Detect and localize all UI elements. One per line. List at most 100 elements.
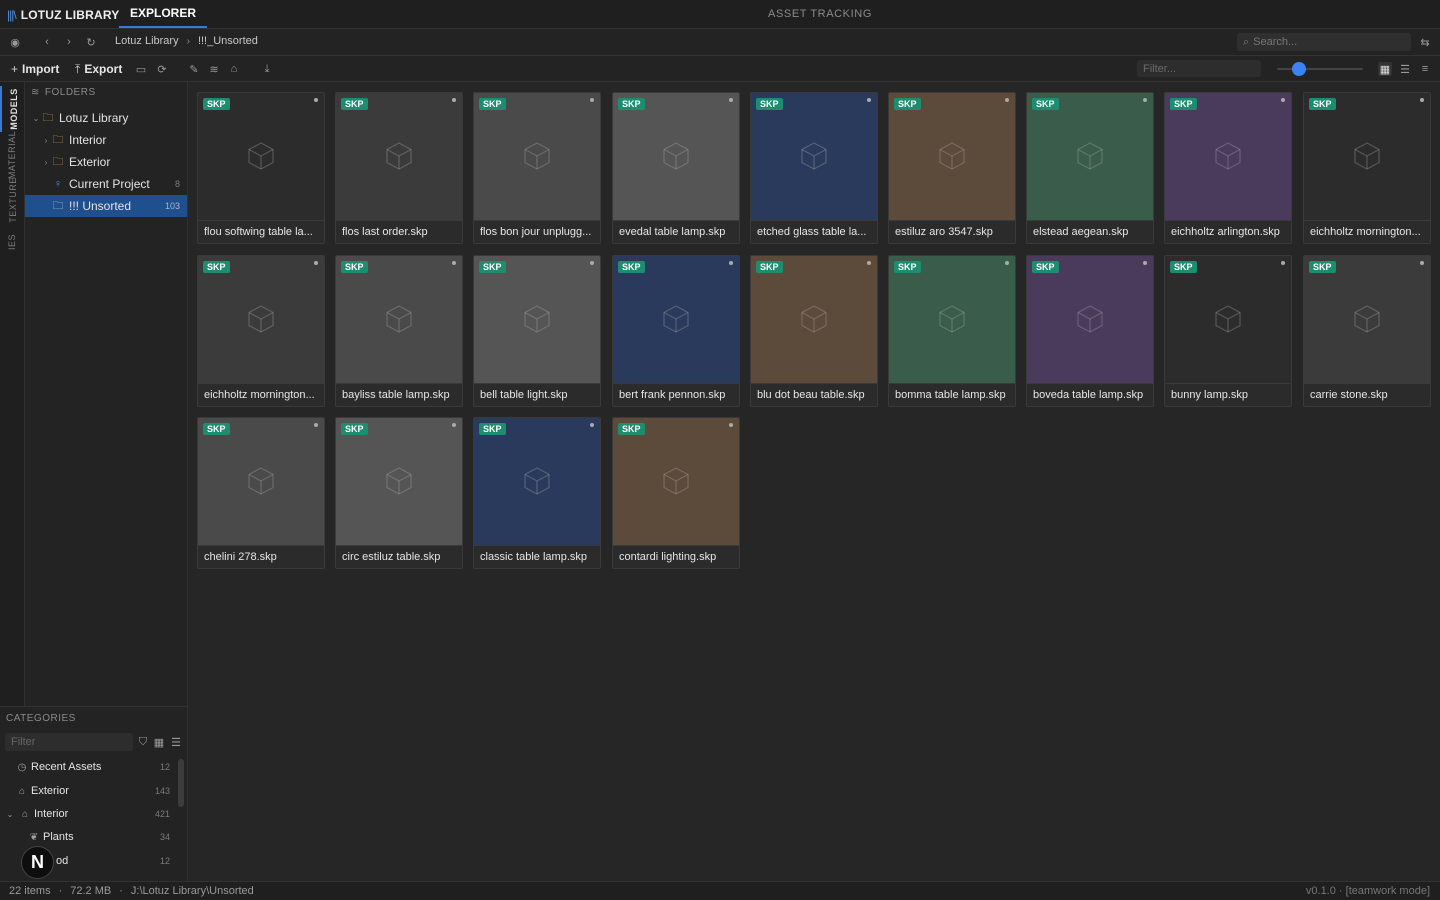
back-arrow-icon[interactable]: ‹ [40,35,54,49]
asset-thumbnail[interactable]: SKP [889,256,1015,383]
asset-thumbnail[interactable]: SKP [336,418,462,545]
chevron-right-icon[interactable]: › [41,158,51,167]
asset-card[interactable]: SKP flou softwing table la... [197,92,325,244]
category-exterior[interactable]: ⌂ Exterior 143 [0,780,178,802]
asset-thumbnail[interactable]: SKP [198,256,324,383]
tab-explorer[interactable]: EXPLORER [119,0,207,28]
asset-thumbnail[interactable]: SKP [474,418,600,545]
tree-item-lotuz-library[interactable]: ⌄ 🗀 Lotuz Library [25,107,187,129]
asset-thumbnail[interactable]: SKP [1027,256,1153,383]
asset-thumbnail[interactable]: SKP [613,93,739,220]
top-bar: |||\ LOTUZ LIBRARY EXPLORER ASSET TRACKI… [0,0,1440,29]
asset-card[interactable]: SKP etched glass table la... [750,92,878,244]
asset-card[interactable]: SKP bert frank pennon.skp [612,255,740,407]
asset-card[interactable]: SKP eichholtz mornington... [1303,92,1431,244]
asset-thumbnail[interactable]: SKP [336,93,462,220]
breadcrumb-item-root[interactable]: Lotuz Library [115,35,179,47]
funnel-icon[interactable]: ⛉ [136,735,150,749]
asset-card[interactable]: SKP bayliss table lamp.skp [335,255,463,407]
folders-panel: ≋ FOLDERS ⌄ 🗀 Lotuz Library › 🗀 Interior… [25,82,188,706]
list-view-icon[interactable]: ☰ [1398,62,1412,76]
asset-card[interactable]: SKP contardi lighting.skp [612,417,740,569]
asset-card[interactable]: SKP bunny lamp.skp [1164,255,1292,407]
refresh-icon[interactable]: ↻ [84,35,98,49]
tab-ies[interactable]: IES [0,224,25,260]
asset-card[interactable]: SKP eichholtz arlington.skp [1164,92,1292,244]
asset-card[interactable]: SKP boveda table lamp.skp [1026,255,1154,407]
asset-card[interactable]: SKP flos last order.skp [335,92,463,244]
avatar[interactable]: N [21,846,54,879]
asset-card[interactable]: SKP evedal table lamp.skp [612,92,740,244]
category-plants[interactable]: ❦ Plants 34 [0,826,178,848]
categories-filter-box[interactable] [5,733,133,751]
tab-asset-tracking[interactable]: ASSET TRACKING [760,0,880,28]
asset-card[interactable]: SKP elstead aegean.skp [1026,92,1154,244]
chevron-down-icon[interactable]: ⌄ [31,114,41,123]
search-input[interactable] [1253,36,1404,48]
category-interior[interactable]: ⌄ ⌂ Interior 421 [0,803,178,825]
categories-filter-input[interactable] [11,736,126,748]
asset-thumbnail[interactable]: SKP [1165,256,1291,383]
search-box[interactable]: ⌕ [1237,33,1411,51]
asset-card[interactable]: SKP chelini 278.skp [197,417,325,569]
edit-icon[interactable]: ✎ [187,62,201,76]
new-folder-icon[interactable]: ▭ [134,62,148,76]
asset-thumbnail[interactable]: SKP [198,418,324,545]
import-button[interactable]: + Import [11,62,59,76]
asset-card[interactable]: SKP carrie stone.skp [1303,255,1431,407]
asset-card[interactable]: SKP classic table lamp.skp [473,417,601,569]
asset-thumbnail[interactable]: SKP [474,93,600,220]
forward-arrow-icon[interactable]: › [62,35,76,49]
format-badge: SKP [618,98,645,110]
asset-thumbnail[interactable]: SKP [751,93,877,220]
grid-filter-input[interactable] [1143,62,1253,75]
grid-view-icon[interactable]: ▦ [1378,62,1392,76]
chevron-down-icon[interactable]: ⌄ [4,810,16,819]
download-icon[interactable]: ⤓ [260,62,274,76]
export-button[interactable]: ⤒ Export [75,62,122,77]
tree-item-unsorted[interactable]: 🗀 !!! Unsorted 103 [25,195,187,217]
asset-card[interactable]: SKP flos bon jour unplugg... [473,92,601,244]
asset-name: flou softwing table la... [198,220,324,243]
list-view-icon[interactable]: ☰ [169,735,183,749]
tab-models[interactable]: MODELS [0,86,25,132]
chevron-right-icon[interactable]: › [41,136,51,145]
categories-scrollbar[interactable] [178,759,184,807]
asset-card[interactable]: SKP blu dot beau table.skp [750,255,878,407]
tree-item-exterior[interactable]: › 🗀 Exterior [25,151,187,173]
status-dot [1143,98,1147,102]
asset-thumbnail[interactable]: SKP [889,93,1015,220]
asset-thumbnail[interactable]: SKP [198,93,324,220]
asset-thumbnail[interactable]: SKP [613,256,739,383]
settings-sliders-icon[interactable]: ⇆ [1418,35,1432,49]
tab-texture[interactable]: TEXTURE [0,177,25,223]
tree-item-current-project[interactable]: ♀ Current Project 8 [25,173,187,195]
thumb-size-slider[interactable] [1277,68,1363,70]
asset-card[interactable]: SKP eichholtz mornington... [197,255,325,407]
asset-thumbnail[interactable]: SKP [474,256,600,383]
tab-material[interactable]: MATERIAL [0,131,25,179]
thumb-size-slider-knob[interactable] [1291,62,1306,76]
breadcrumb-item-current[interactable]: !!!_Unsorted [198,35,258,47]
tree-item-interior[interactable]: › 🗀 Interior [25,129,187,151]
asset-thumbnail[interactable]: SKP [336,256,462,383]
asset-thumbnail[interactable]: SKP [1165,93,1291,220]
sync-icon[interactable]: ⟳ [155,62,169,76]
asset-thumbnail[interactable]: SKP [1304,256,1430,383]
grid-view-icon[interactable]: ▦ [152,735,166,749]
category-recent-assets[interactable]: ◷ Recent Assets 12 [0,756,178,778]
asset-thumbnail[interactable]: SKP [1304,93,1430,220]
asset-card[interactable]: SKP estiluz aro 3547.skp [888,92,1016,244]
tag-icon[interactable]: ⌂ [227,62,241,76]
asset-thumbnail[interactable]: SKP [613,418,739,545]
asset-name: eichholtz mornington... [198,383,324,406]
eye-icon[interactable]: ◉ [8,35,22,49]
asset-thumbnail[interactable]: SKP [1027,93,1153,220]
asset-card[interactable]: SKP bomma table lamp.skp [888,255,1016,407]
asset-card[interactable]: SKP circ estiluz table.skp [335,417,463,569]
asset-card[interactable]: SKP bell table light.skp [473,255,601,407]
layers-icon[interactable]: ≋ [207,62,221,76]
grid-filter-box[interactable] [1137,60,1261,77]
sort-filter-icon[interactable]: ≡ [1418,62,1432,76]
asset-thumbnail[interactable]: SKP [751,256,877,383]
